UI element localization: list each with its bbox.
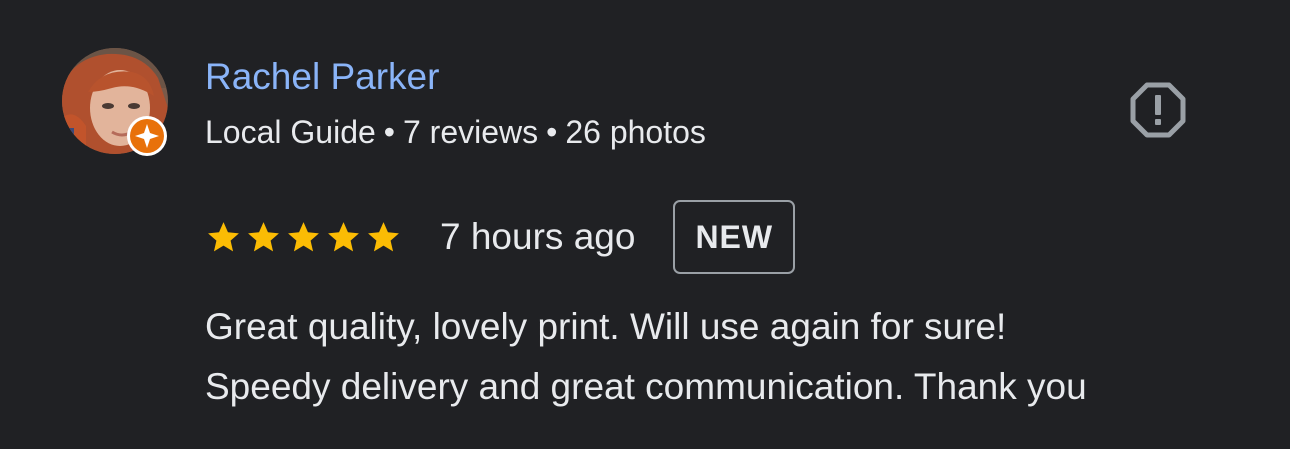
review-text: Great quality, lovely print. Will use ag…	[205, 297, 1275, 417]
author-meta: Local Guide • 7 reviews • 26 photos	[205, 112, 706, 152]
star-rating	[205, 219, 402, 256]
star-icon	[285, 219, 322, 256]
rating-row: 7 hours ago NEW	[205, 200, 796, 274]
meta-separator: •	[383, 114, 395, 150]
review-card: Rachel Parker Local Guide • 7 reviews • 26 p…	[0, 0, 1290, 449]
new-badge: NEW	[673, 200, 796, 274]
review-text-line: Great quality, lovely print. Will use ag…	[205, 306, 1007, 347]
report-octagon-exclamation-icon[interactable]	[1128, 80, 1188, 140]
author-name-link[interactable]: Rachel Parker	[205, 55, 439, 99]
star-icon	[205, 219, 242, 256]
review-time: 7 hours ago	[440, 216, 636, 257]
reviews-count: 7 reviews	[402, 114, 539, 150]
meta-separator: •	[546, 114, 558, 150]
star-icon	[325, 219, 362, 256]
star-icon	[245, 219, 282, 256]
photos-count: 26 photos	[565, 114, 706, 150]
review-text-line: Speedy delivery and great communication.…	[205, 366, 1087, 407]
local-guide-label: Local Guide	[205, 114, 376, 150]
star-icon	[365, 219, 402, 256]
local-guide-star-icon	[126, 115, 168, 157]
